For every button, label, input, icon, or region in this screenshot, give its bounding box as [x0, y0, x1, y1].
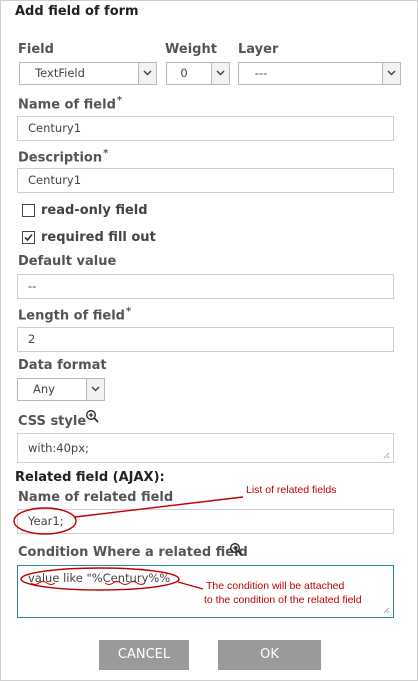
spellcheck-underline	[30, 581, 56, 585]
related-fields-annotation: List of related fields	[246, 484, 337, 496]
condition-highlight-ellipse	[20, 567, 180, 591]
condition-annotation-line1: The condition will be attached	[206, 580, 345, 592]
spellcheck-underline	[104, 581, 146, 585]
annotation-overlay	[13, 496, 244, 591]
ok-button[interactable]: OK	[218, 640, 321, 670]
related-name-highlight-ellipse	[13, 507, 77, 535]
condition-annotation-line2: to the condition of the related field	[204, 594, 362, 606]
related-name-callout-line	[74, 496, 244, 518]
cancel-button[interactable]: CANCEL	[99, 640, 189, 670]
condition-callout-line	[177, 581, 204, 590]
